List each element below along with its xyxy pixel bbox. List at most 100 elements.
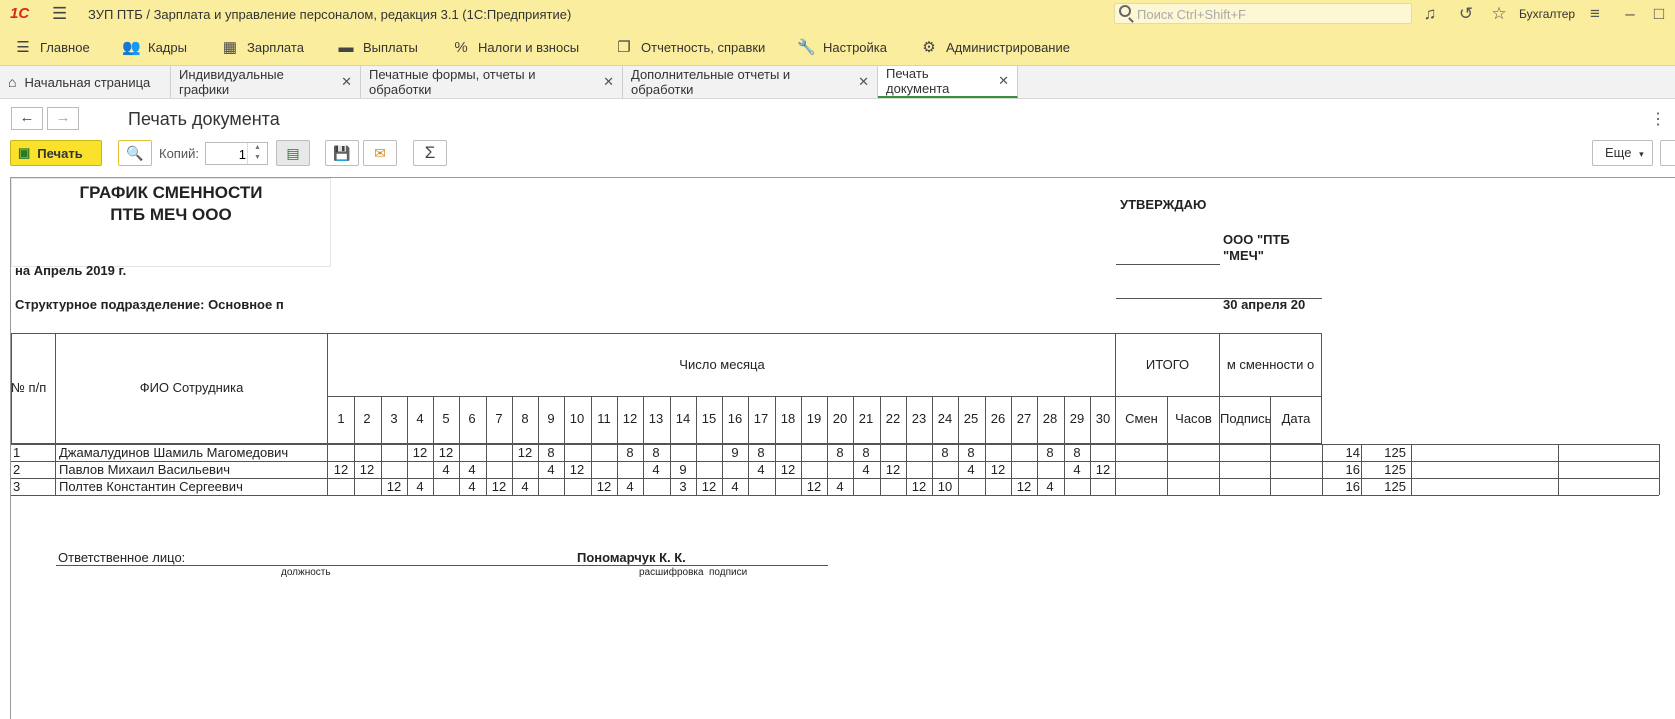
settings-menu-icon[interactable]: ≡ (1584, 4, 1606, 24)
section-salary[interactable]: ▦ Зарплата (221, 28, 304, 66)
print-button-label: Печать (37, 145, 83, 161)
day-cell: 12 (333, 462, 349, 477)
day-cell: 12 (569, 462, 585, 477)
copies-stepper[interactable]: ▲ ▼ (247, 143, 267, 164)
bell-icon[interactable]: ♫ (1419, 4, 1441, 24)
day-cell: 12 (438, 445, 454, 460)
period-label: на Апрель 2019 г. (15, 263, 127, 278)
section-reports[interactable]: ❐ Отчетность, справки (615, 28, 765, 66)
row-column-divider (1558, 444, 1559, 495)
row-extra-shifts: 16 (1345, 479, 1360, 494)
more-button[interactable]: Еще ▾ (1592, 140, 1653, 166)
preview-icon: 🔍 (126, 145, 144, 161)
tab-additional-reports[interactable]: Дополнительные отчеты и обработки ✕ (623, 66, 878, 98)
extra-button[interactable] (1660, 140, 1675, 166)
close-icon[interactable]: ✕ (341, 74, 352, 90)
minimize-icon[interactable]: – (1619, 4, 1641, 24)
tab-print-forms[interactable]: Печатные формы, отчеты и обработки ✕ (361, 66, 623, 98)
close-icon[interactable]: ✕ (858, 74, 869, 90)
more-actions-icon[interactable]: ⋮ (1650, 109, 1666, 129)
people-icon: 👥 (122, 39, 141, 56)
day-cell: 8 (836, 445, 844, 460)
signature-caption: подписи (709, 567, 748, 578)
search-input[interactable] (1135, 5, 1409, 24)
tab-label: Начальная страница (24, 74, 151, 90)
section-settings[interactable]: 🔧 Настройка (797, 28, 887, 66)
star-icon[interactable]: ☆ (1488, 4, 1510, 24)
day-cell: 8 (1046, 445, 1054, 460)
send-email-button[interactable]: ✉ (363, 140, 397, 166)
history-icon[interactable]: ↺ (1455, 4, 1477, 24)
row-num: 3 (13, 479, 21, 494)
search-field[interactable] (1114, 3, 1412, 24)
day-cell: 12 (1016, 479, 1032, 494)
tab-home[interactable]: ⌂ Начальная страница (0, 66, 171, 98)
day-cell: 4 (757, 462, 765, 477)
day-header: 23 (911, 411, 927, 426)
section-taxes[interactable]: % Налоги и взносы (452, 28, 579, 66)
section-admin[interactable]: ⚙ Администрирование (920, 28, 1070, 66)
copies-input[interactable] (206, 145, 248, 164)
day-cell: 12 (911, 479, 927, 494)
copies-field[interactable]: ▲▼ (205, 142, 268, 165)
day-cell: 8 (941, 445, 949, 460)
day-header: 8 (521, 411, 529, 426)
back-button[interactable]: ← (11, 107, 43, 130)
day-header: 21 (858, 411, 874, 426)
day-header: 7 (495, 411, 503, 426)
approver-org-line1: ООО "ПТБ (1223, 232, 1290, 247)
day-cell: 4 (967, 462, 975, 477)
row-name: Полтев Константин Сергеевич (59, 479, 243, 494)
envelope-icon: ✉ (374, 145, 386, 161)
day-cell: 12 (412, 445, 428, 460)
day-header: 18 (780, 411, 796, 426)
header-row-divider (327, 396, 1322, 397)
current-user[interactable]: Бухгалтер (1519, 7, 1575, 21)
day-cell: 4 (521, 479, 529, 494)
forward-button[interactable]: → (47, 107, 79, 130)
maximize-icon[interactable]: □ (1648, 4, 1670, 24)
day-cell: 8 (1073, 445, 1081, 460)
main-menu-icon[interactable]: ☰ (52, 4, 67, 24)
tab-individual-schedules[interactable]: Индивидуальные графики ✕ (171, 66, 361, 98)
row-num: 1 (13, 445, 21, 460)
day-cell: 9 (731, 445, 739, 460)
tab-label: Дополнительные отчеты и обработки (631, 67, 791, 97)
row-num: 2 (13, 462, 21, 477)
decode-caption: расшифровка (639, 567, 704, 578)
day-cell: 12 (701, 479, 717, 494)
tab-label: Индивидуальные графики (179, 67, 284, 97)
close-icon[interactable]: ✕ (603, 74, 614, 90)
section-hr[interactable]: 👥 Кадры (122, 28, 187, 66)
edit-mode-button[interactable]: ▤ (276, 140, 310, 166)
section-payments[interactable]: ▬ Выплаты (337, 28, 418, 66)
print-button[interactable]: ▣ Печать (10, 140, 102, 166)
section-main[interactable]: ☰ Главное (14, 28, 89, 66)
preview-button[interactable]: 🔍 (118, 140, 152, 166)
calculator-icon: ▦ (222, 39, 238, 56)
close-icon[interactable]: ✕ (998, 73, 1009, 89)
day-cell: 8 (862, 445, 870, 460)
tab-print-document[interactable]: Печать документа ✕ (878, 66, 1018, 98)
day-header: 11 (597, 411, 611, 426)
day-cell: 4 (836, 479, 844, 494)
day-header: 6 (468, 411, 476, 426)
spreadsheet-document[interactable]: ГРАФИК СМЕННОСТИ ПТБ МЕЧ ООО УТВЕРЖДАЮ О… (10, 177, 1675, 719)
day-cell: 4 (547, 462, 555, 477)
day-cell: 12 (386, 479, 402, 494)
row-extra-hours: 125 (1384, 479, 1406, 494)
section-label: Зарплата (247, 39, 304, 55)
sum-button[interactable]: Σ (413, 140, 447, 166)
header-signature: Подпись (1220, 411, 1270, 426)
save-button[interactable]: 💾 (325, 140, 359, 166)
row-column-divider (1270, 444, 1271, 495)
more-button-label: Еще (1605, 145, 1632, 160)
day-cell: 4 (468, 479, 476, 494)
day-cell: 12 (780, 462, 796, 477)
department-label: Структурное подразделение: Основное п (15, 297, 284, 312)
day-cell: 8 (652, 445, 660, 460)
open-tabs-bar: ⌂ Начальная страница Индивидуальные граф… (0, 66, 1675, 99)
day-cell: 12 (1095, 462, 1111, 477)
day-header: 12 (622, 411, 638, 426)
responsible-name: Пономарчук К. К. (577, 550, 686, 565)
